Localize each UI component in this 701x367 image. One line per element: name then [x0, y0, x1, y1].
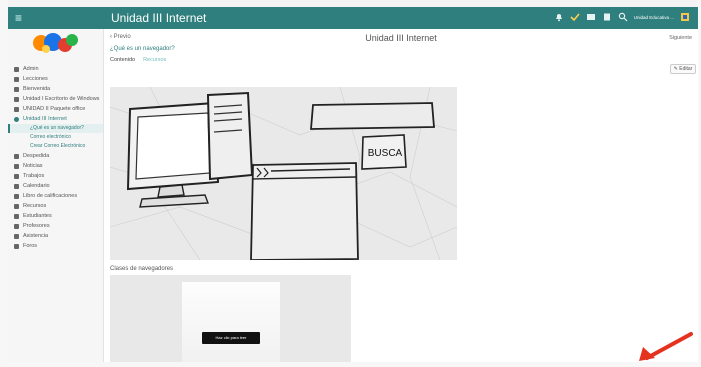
- sidebar-item-label: Lecciones: [23, 76, 48, 82]
- search-icon[interactable]: [618, 12, 628, 22]
- sidebar-nav: Admin Lecciones Bienvenida Unidad I Escr…: [8, 64, 103, 251]
- app-window: ≡ Unidad III Internet Unidad Educativa .…: [8, 0, 698, 362]
- sidebar-subitem-navegador[interactable]: ¿Qué es un navegador?: [8, 124, 103, 133]
- search-button-sketch: BUSCA: [368, 148, 403, 159]
- sidebar-item-unidad-1[interactable]: Unidad I Escritorio de Windows: [8, 94, 103, 104]
- attendance-icon: [14, 233, 19, 239]
- lesson-question: ¿Qué es un navegador?: [110, 46, 175, 52]
- sidebar-item-label: Trabajos: [23, 173, 45, 179]
- forums-icon: [14, 243, 19, 249]
- news-icon: [14, 163, 19, 169]
- sidebar-item-label: Recursos: [23, 203, 47, 209]
- sidebar-item-label: UNIDAD II Paquete office: [23, 106, 86, 112]
- sidebar-item-admin[interactable]: Admin: [8, 64, 103, 74]
- browser-illustration: BUSCA: [110, 87, 457, 260]
- sidebar-item-trabajos[interactable]: Trabajos: [8, 171, 103, 181]
- unit2-icon: [14, 106, 19, 112]
- sidebar-item-label: Profesores: [23, 223, 50, 229]
- next-button[interactable]: Siguiente: [669, 35, 692, 41]
- sidebar-item-label: Calendario: [23, 183, 50, 189]
- teachers-icon: [14, 223, 19, 229]
- sidebar-item-label: Unidad III Internet: [23, 116, 67, 122]
- resources-icon: [14, 203, 19, 209]
- sidebar-item-label: Admin: [23, 66, 39, 72]
- sidebar-item-unidad-3[interactable]: Unidad III Internet: [8, 114, 103, 124]
- page-title: Unidad III Internet: [365, 33, 437, 43]
- mail-icon[interactable]: [586, 12, 596, 22]
- top-bar: ≡ Unidad III Internet Unidad Educativa .…: [8, 7, 698, 29]
- main-content: ‹ Previo Unidad III Internet Siguiente ¿…: [104, 29, 698, 362]
- topbar-icons: Unidad Educativa ...: [554, 12, 690, 22]
- pointer-arrow-icon: [639, 332, 693, 361]
- unit1-icon: [14, 96, 19, 102]
- sidebar-item-profesores[interactable]: Profesores: [8, 221, 103, 231]
- sidebar: Admin Lecciones Bienvenida Unidad I Escr…: [8, 29, 104, 362]
- sidebar-item-noticias[interactable]: Noticias: [8, 161, 103, 171]
- check-icon[interactable]: [570, 12, 580, 22]
- sidebar-item-lecciones[interactable]: Lecciones: [8, 74, 103, 84]
- sidebar-item-despedida[interactable]: Despedida: [8, 151, 103, 161]
- sidebar-item-calendario[interactable]: Calendario: [8, 181, 103, 191]
- video-thumbnail[interactable]: [182, 282, 280, 362]
- sidebar-item-calificaciones[interactable]: Libro de calificaciones: [8, 191, 103, 201]
- gradebook-icon: [14, 193, 19, 199]
- chat-icon[interactable]: [602, 12, 612, 22]
- app-title: Unidad III Internet: [111, 11, 207, 25]
- sidebar-item-foros[interactable]: Foros: [8, 241, 103, 251]
- edit-label: Editar: [679, 66, 693, 72]
- sidebar-item-asistencia[interactable]: Asistencia: [8, 231, 103, 241]
- welcome-icon: [14, 86, 19, 92]
- sidebar-subitem-crear-correo[interactable]: Crear Correo Electrónico: [8, 142, 103, 151]
- tab-bar: Contenido Recursos: [110, 57, 166, 63]
- sidebar-item-label: Estudiantes: [23, 213, 52, 219]
- school-logo: [33, 33, 78, 53]
- section-caption: Clases de navegadores: [110, 266, 174, 272]
- sidebar-item-estudiantes[interactable]: Estudiantes: [8, 211, 103, 221]
- avatar-icon[interactable]: [680, 12, 690, 22]
- sidebar-item-label: Asistencia: [23, 233, 49, 239]
- edit-button[interactable]: ✎ Editar: [670, 64, 696, 74]
- video-play-button[interactable]: Haz clic para leer: [202, 332, 260, 344]
- sidebar-item-unidad-2[interactable]: UNIDAD II Paquete office: [8, 104, 103, 114]
- students-icon: [14, 213, 19, 219]
- video-area: Haz clic para leer: [110, 275, 351, 362]
- sidebar-item-label: Despedida: [23, 153, 50, 159]
- sidebar-item-label: Unidad I Escritorio de Windows: [23, 96, 100, 102]
- tab-recursos[interactable]: Recursos: [143, 57, 166, 63]
- admin-icon: [14, 66, 19, 72]
- sidebar-item-label: Noticias: [23, 163, 43, 169]
- sidebar-item-recursos[interactable]: Recursos: [8, 201, 103, 211]
- calendar-icon: [14, 183, 19, 189]
- lessons-icon: [14, 76, 19, 82]
- sidebar-subitem-correo[interactable]: Correo electrónico: [8, 133, 103, 142]
- sidebar-item-label: Libro de calificaciones: [23, 193, 78, 199]
- sidebar-item-bienvenida[interactable]: Bienvenida: [8, 84, 103, 94]
- user-name[interactable]: Unidad Educativa ...: [634, 15, 674, 20]
- assignments-icon: [14, 173, 19, 179]
- sidebar-item-label: Foros: [23, 243, 38, 249]
- unit3-icon: [14, 116, 19, 122]
- tab-contenido[interactable]: Contenido: [110, 57, 135, 63]
- sidebar-item-label: Bienvenida: [23, 86, 51, 92]
- menu-icon[interactable]: ≡: [15, 11, 22, 25]
- bell-icon[interactable]: [554, 12, 564, 22]
- goodbye-icon: [14, 153, 19, 159]
- browser-top-strip: [8, 0, 698, 7]
